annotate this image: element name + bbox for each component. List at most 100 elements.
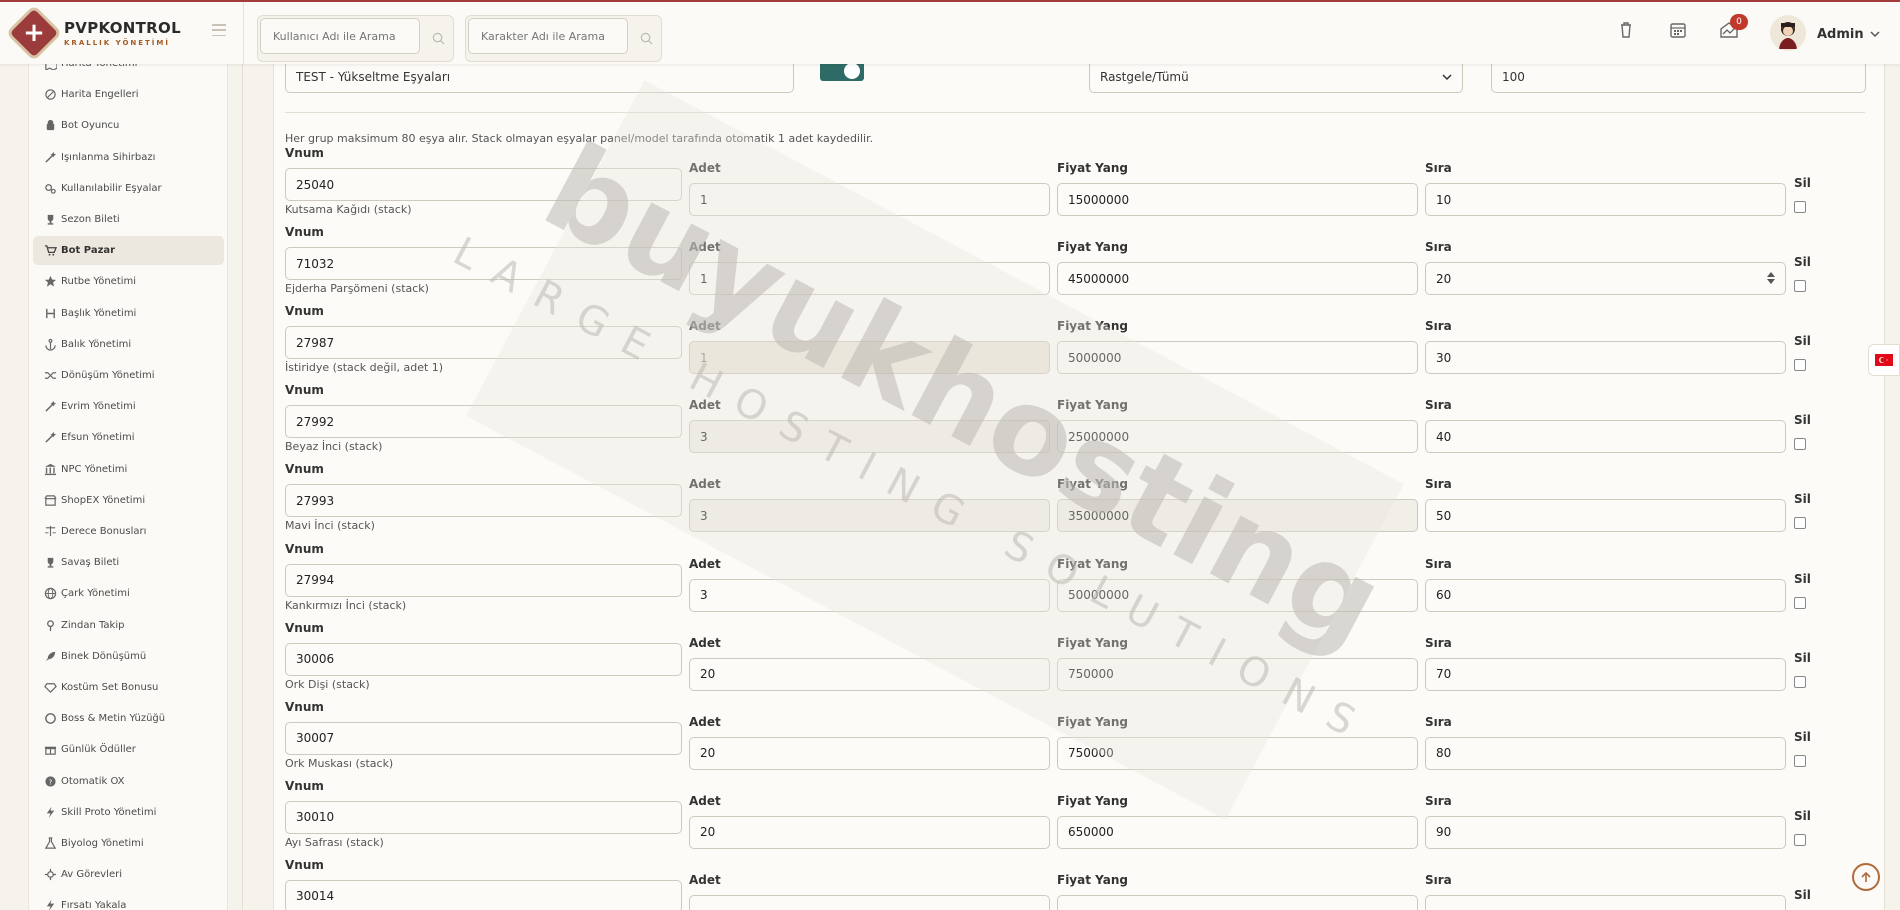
sidebar-item[interactable]: Skill Proto Yönetimi [33, 798, 224, 827]
sira-input[interactable]: 70 [1425, 657, 1786, 691]
delete-checkbox[interactable] [1794, 517, 1806, 530]
sidebar-item[interactable]: Rutbe Yönetimi [33, 267, 224, 296]
adet-input[interactable] [689, 894, 1050, 910]
vnum-input[interactable]: 30014 [285, 879, 682, 910]
fiyat-input[interactable]: 15000000 [1057, 183, 1418, 216]
sidebar-item[interactable]: Harita Engelleri [33, 80, 224, 109]
sira-input[interactable]: 20 [1425, 262, 1786, 296]
sira-input[interactable]: 10 [1425, 183, 1786, 216]
sira-input[interactable]: 40 [1425, 420, 1786, 454]
cart-icon [43, 244, 57, 258]
sidebar-item[interactable]: Sezon Bileti [33, 205, 224, 234]
sidebar-item[interactable]: Kullanılabilir Eşyalar [33, 174, 224, 203]
sidebar-item[interactable]: Biyolog Yönetimi [33, 829, 224, 858]
adet-input[interactable]: 1 [689, 183, 1050, 216]
sira-input[interactable] [1425, 894, 1786, 910]
active-toggle[interactable] [820, 61, 864, 81]
vnum-input[interactable]: 27992 [285, 405, 682, 439]
sidebar-item[interactable]: Çark Yönetimi [33, 579, 224, 608]
search-user-input[interactable] [260, 18, 420, 54]
sidebar-item[interactable]: Boss & Metin Yüzüğü [33, 704, 224, 733]
adet-input[interactable]: 3 [689, 578, 1050, 612]
delete-checkbox[interactable] [1794, 201, 1806, 213]
fiyat-input[interactable]: 50000000 [1057, 578, 1418, 612]
adet-input[interactable]: 20 [689, 657, 1050, 691]
menu-toggle-icon[interactable] [212, 24, 226, 36]
vnum-input[interactable]: 30006 [285, 642, 682, 676]
sira-input[interactable]: 30 [1425, 341, 1786, 375]
vnum-input[interactable]: 30010 [285, 800, 682, 834]
sidebar-item[interactable]: Başlık Yönetimi [33, 299, 224, 328]
fiyat-label: Fiyat Yang [1057, 635, 1128, 650]
sidebar-item[interactable]: ShopEX Yönetimi [33, 486, 224, 515]
search-character-input[interactable] [468, 18, 628, 54]
delete-checkbox[interactable] [1794, 833, 1806, 846]
vnum-input[interactable]: 71032 [285, 247, 682, 281]
sidebar-item[interactable]: Kostüm Set Bonusu [33, 673, 224, 702]
sidebar-item[interactable]: Av Görevleri [33, 860, 224, 889]
adet-input[interactable]: 3 [689, 499, 1050, 533]
sidebar-item[interactable]: Fırsatı Yakala [33, 891, 224, 910]
vnum-input[interactable]: 25040 [285, 168, 682, 201]
trash-icon[interactable] [1615, 19, 1637, 41]
sidebar-item[interactable]: Günlük Ödüller [33, 735, 224, 764]
search-icon[interactable] [640, 32, 653, 45]
adet-input[interactable]: 20 [689, 736, 1050, 770]
delete-checkbox[interactable] [1794, 359, 1806, 372]
calendar-icon[interactable] [1667, 19, 1689, 41]
delete-checkbox[interactable] [1794, 754, 1806, 767]
sidebar-item[interactable]: Zindan Takip [33, 611, 224, 640]
group-name-input[interactable]: TEST - Yükseltme Eşyaları [285, 60, 794, 93]
delete-checkbox[interactable] [1794, 280, 1806, 293]
adet-input[interactable]: 20 [689, 815, 1050, 849]
fiyat-input[interactable] [1057, 894, 1418, 910]
fiyat-input[interactable]: 650000 [1057, 815, 1418, 849]
spinner-icon[interactable] [1766, 270, 1776, 286]
sidebar-item[interactable]: Binek Dönüşümü [33, 642, 224, 671]
adet-input[interactable]: 3 [689, 420, 1050, 454]
adet-input[interactable]: 1 [689, 341, 1050, 375]
fiyat-input[interactable]: 5000000 [1057, 341, 1418, 375]
sidebar-item[interactable]: Bot Pazar [33, 236, 224, 266]
group-order-input[interactable]: 100 [1491, 60, 1866, 93]
vnum-input[interactable]: 27987 [285, 326, 682, 360]
avatar[interactable] [1770, 15, 1806, 51]
category-select[interactable]: Rastgele/Tümü [1089, 60, 1463, 93]
adet-input[interactable]: 1 [689, 262, 1050, 296]
bank-icon [43, 462, 57, 476]
vnum-input[interactable]: 30007 [285, 721, 682, 755]
sidebar-item[interactable]: Evrim Yönetimi [33, 392, 224, 421]
chevron-down-icon[interactable] [1869, 29, 1881, 39]
fiyat-input[interactable]: 35000000 [1057, 499, 1418, 533]
sidebar-item[interactable]: Işınlanma Sihirbazı [33, 143, 224, 172]
fiyat-input[interactable]: 750000 [1057, 657, 1418, 691]
vnum-input[interactable]: 27994 [285, 563, 682, 597]
sidebar-item[interactable]: Dönüşüm Yönetimi [33, 361, 224, 390]
sira-input[interactable]: 90 [1425, 815, 1786, 849]
sidebar-item[interactable]: NPC Yönetimi [33, 455, 224, 484]
sira-input[interactable]: 50 [1425, 499, 1786, 533]
search-icon[interactable] [432, 32, 445, 45]
sidebar-item[interactable]: Balık Yönetimi [33, 330, 224, 359]
sira-input[interactable]: 60 [1425, 578, 1786, 612]
fiyat-input[interactable]: 750000 [1057, 736, 1418, 770]
fiyat-input[interactable]: 45000000 [1057, 262, 1418, 296]
sidebar-item[interactable]: Bot Oyuncu [33, 111, 224, 140]
sidebar-item[interactable]: ? Otomatik OX [33, 767, 224, 796]
sidebar-item-label: Işınlanma Sihirbazı [61, 151, 156, 163]
sira-label: Sıra [1425, 635, 1452, 650]
sidebar-item-label: Zindan Takip [61, 619, 125, 631]
vnum-input[interactable]: 27993 [285, 484, 682, 518]
delete-checkbox[interactable] [1794, 596, 1806, 609]
brand[interactable]: + PVPKONTROL KRALLIK YÖNETİMİ [0, 2, 243, 64]
sira-input[interactable]: 80 [1425, 736, 1786, 770]
delete-checkbox[interactable] [1794, 675, 1806, 688]
scroll-to-top-button[interactable] [1852, 863, 1880, 891]
sidebar-item[interactable]: Savaş Bileti [33, 548, 224, 577]
admin-name[interactable]: Admin [1817, 27, 1864, 42]
delete-checkbox[interactable] [1794, 438, 1806, 451]
language-flag-button[interactable] [1868, 344, 1900, 376]
sidebar-item[interactable]: Efsun Yönetimi [33, 423, 224, 452]
fiyat-input[interactable]: 25000000 [1057, 420, 1418, 454]
sidebar-item[interactable]: Derece Bonusları [33, 517, 224, 546]
